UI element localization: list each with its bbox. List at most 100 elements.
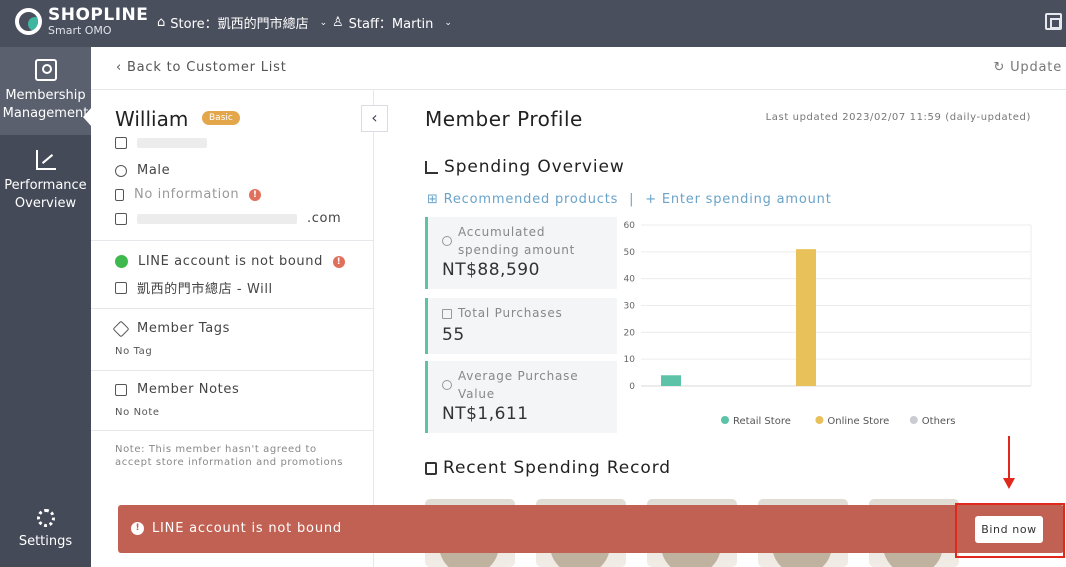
stat-label: Total Purchases [458,304,563,322]
enter-spending-link[interactable]: + Enter spending amount [645,192,831,207]
stat-label-line: Total Purchases [458,306,563,320]
legend-marker [909,416,918,424]
spending-title: Spending Overview [444,157,625,177]
stat-label-line: Average Purchase [458,369,579,383]
spending-links: ⊞ Recommended products | + Enter spendin… [427,192,832,207]
phone-value: No information [134,187,240,202]
update-label: Update [1010,60,1062,75]
gender-value: Male [137,163,171,178]
line-icon [115,255,128,268]
qr-scan-icon[interactable] [1045,13,1062,30]
brand-name: SHOPLINE [48,5,149,25]
gender-icon [115,164,127,177]
divider [91,370,373,371]
tags-value: No Tag [115,346,153,357]
spending-chart-svg: 0 10 20 30 40 50 60 Retail Store Online Store Oth… [624,221,1032,427]
y-tick-label: 0 [629,382,635,392]
consent-note: Note: This member hasn't agreed to accep… [115,444,344,468]
store-icon [115,281,127,294]
chart-icon [425,160,438,174]
y-tick-label: 20 [624,328,636,338]
member-store: 凱西的門市總店 - Will [137,282,273,297]
store-selector[interactable]: ⌂ Store：凱西的門市總店 ⌄ [157,13,327,32]
top-bar: SHOPLINE Smart OMO ⌂ Store：凱西的門市總店 ⌄ ♙ S… [0,0,1066,47]
store-row: 凱西的門市總店 - Will [115,278,273,297]
member-name: William [115,107,189,131]
last-updated: Last updated 2023/02/07 11:59 (daily-upd… [765,112,1031,123]
store-icon: ⌂ [157,15,166,30]
recent-title: Recent Spending Record [443,458,671,478]
sidebar: Membership Management Performance Overvi… [0,47,92,567]
legend-marker [815,416,824,424]
cart-icon: ⊞ [427,192,439,207]
line-not-bound-toast: ! LINE account is not bound Bind now [118,505,1064,553]
notes-value: No Note [115,407,160,418]
chevron-left-icon: ‹ [371,108,378,127]
legend-label: Retail Store [733,416,791,427]
sidebar-item-performance[interactable]: Performance Overview [0,149,91,219]
staff-selector[interactable]: ♙ Staff：Martin ⌄ [332,13,452,32]
staff-icon: ♙ [332,15,344,30]
notes-icon [115,383,127,396]
membership-icon [34,59,57,81]
coin-icon [442,380,452,390]
bag-icon [425,461,437,475]
stat-card-purchases: Total Purchases 55 [425,298,617,354]
line-status-row: LINE account is not bound ! [115,254,345,269]
redacted-birthday [137,138,207,148]
shopline-logo-icon [15,8,42,35]
recommended-products-link[interactable]: Recommended products [444,192,619,207]
staff-label: Staff：Martin [348,17,434,32]
stat-value: NT$1,611 [442,404,529,424]
receipt-icon [442,309,452,319]
chevron-down-icon: ⌄ [444,17,452,28]
profile-title: Member Profile [425,107,583,131]
y-tick-label: 40 [624,275,636,285]
back-link[interactable]: ‹ Back to Customer List [116,60,287,75]
notes-title: Member Notes [137,382,240,397]
brand-subtitle: Smart OMO [48,24,112,37]
sidebar-label: Settings [18,534,73,549]
y-tick-label: 60 [624,221,636,231]
y-tick-label: 10 [624,355,636,365]
member-info-panel: William Basic Male No information ! .com… [91,90,374,567]
tag-icon [112,320,130,337]
stat-value: 55 [442,325,465,345]
y-tick-label: 50 [624,248,636,258]
chevron-down-icon: ⌄ [319,17,328,28]
legend-label: Others [922,416,956,427]
sidebar-label: Overview [14,196,77,211]
toast-message: LINE account is not bound [152,521,342,536]
main-content: ‹ Back to Customer List ↻ Update William… [91,47,1066,567]
spending-overview-heading: Spending Overview [425,157,625,177]
divider [91,430,373,431]
phone-icon [115,188,124,201]
coin-icon [442,236,452,246]
back-label: Back to Customer List [126,60,287,75]
stat-label-line: spending amount [458,243,576,257]
divider [91,240,373,241]
stat-label: Average Purchase Value [458,367,578,403]
chart-bar [796,249,816,386]
sidebar-item-membership[interactable]: Membership Management [0,47,91,135]
stat-label: Accumulated spending amount [458,223,575,259]
collapse-panel-button[interactable]: ‹ [361,105,388,132]
alert-icon: ! [131,522,144,535]
cake-icon [115,137,127,149]
sidebar-item-settings[interactable]: Settings [0,509,91,549]
divider [91,308,373,309]
mail-icon [115,212,127,225]
sidebar-label: Management [2,106,89,121]
update-button[interactable]: ↻ Update [993,60,1062,75]
phone-row: No information ! [115,187,262,202]
legend-marker [721,416,729,424]
back-bar: ‹ Back to Customer List ↻ Update [91,47,1066,90]
spending-chart: 0 10 20 30 40 50 60 Retail Store Online Store Oth… [621,217,1041,432]
sidebar-label: Performance [4,178,87,193]
annotation-arrow-head [1003,478,1015,489]
chart-bar [661,375,681,386]
link-divider: | [629,192,635,207]
email-suffix: .com [307,211,342,226]
sidebar-label: Membership [5,88,86,103]
stat-card-average: Average Purchase Value NT$1,611 [425,361,617,433]
